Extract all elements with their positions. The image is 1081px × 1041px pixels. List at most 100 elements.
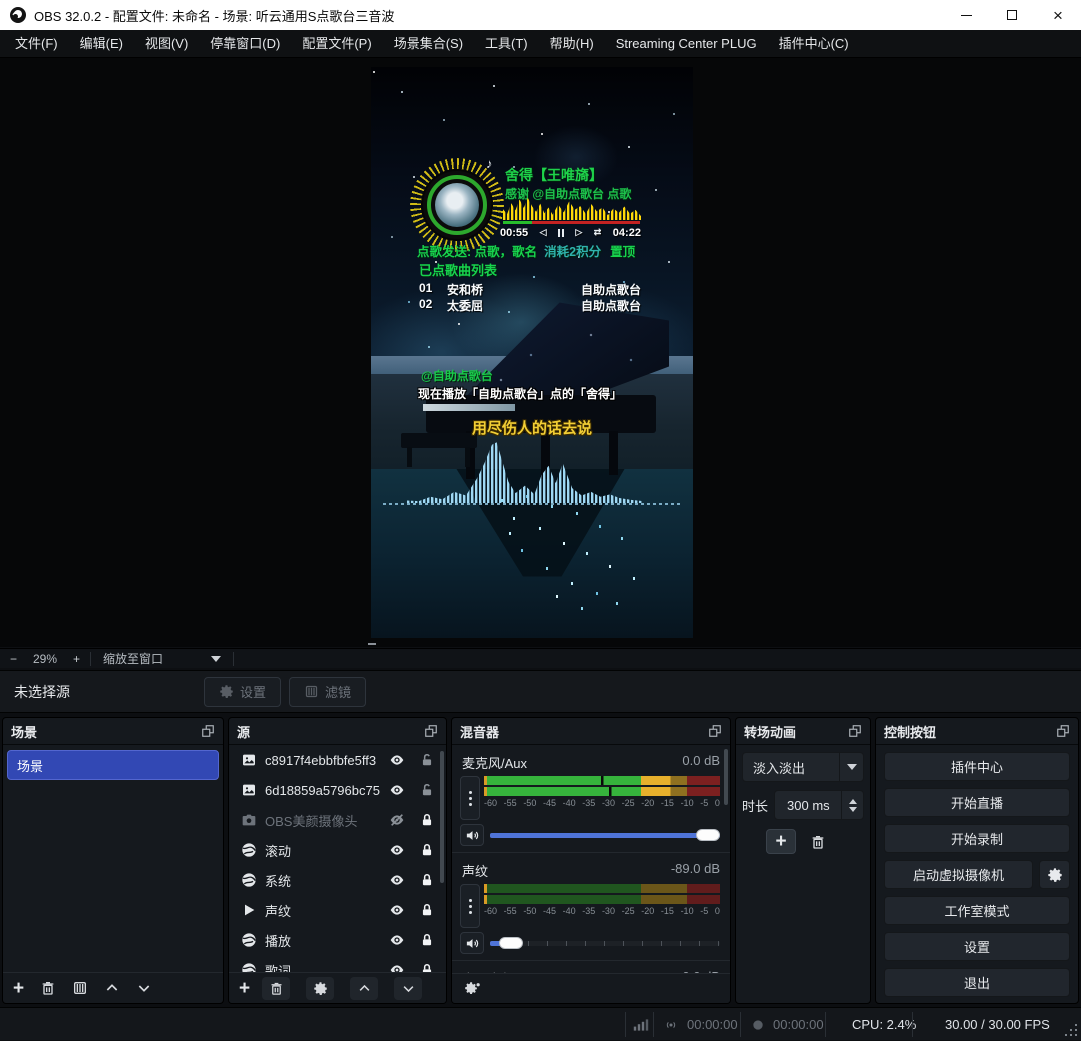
menu-item-edit[interactable]: 编辑(E) (69, 30, 134, 58)
remove-source-button[interactable] (262, 977, 290, 1000)
cpu-usage: CPU: 2.4% (852, 1008, 916, 1041)
zoom-fit-dropdown[interactable]: 缩放至窗口 (91, 650, 233, 667)
popout-icon[interactable] (848, 724, 862, 738)
channel-options-button[interactable] (460, 776, 480, 820)
settings-button[interactable]: 设置 (884, 932, 1070, 961)
preview-hscroll-thumb[interactable] (368, 643, 376, 645)
sources-title: 源 (237, 722, 250, 741)
slider-handle[interactable] (696, 829, 720, 841)
menu-item-plugin-center[interactable]: 插件中心(C) (768, 30, 860, 58)
mixer-body: 麦克风/Aux 0.0 dB -60-55-50-45-40-35-30-25-… (452, 745, 730, 1003)
volume-slider[interactable] (490, 936, 720, 950)
menu-item-tools[interactable]: 工具(T) (474, 30, 539, 58)
minimize-icon (961, 15, 972, 16)
add-source-button[interactable]: + (239, 979, 250, 998)
start-streaming-button[interactable]: 开始直播 (884, 788, 1070, 817)
add-transition-button[interactable]: + (766, 829, 796, 854)
preview-canvas[interactable]: ♪ 舍得【王唯旖】 感谢 @自助点歌台 点歌 00:55 ◁ ▷ ⇄ 04:22… (0, 58, 1081, 647)
move-source-down-button[interactable] (394, 977, 422, 1000)
source-label: 声纹 (265, 901, 380, 920)
eye-icon[interactable] (388, 932, 406, 948)
divider (825, 1012, 826, 1037)
move-source-up-button[interactable] (350, 977, 378, 1000)
source-row[interactable]: 滚动 (229, 835, 446, 865)
plugin-center-button[interactable]: 插件中心 (884, 752, 1070, 781)
lock-closed-icon[interactable] (420, 812, 434, 828)
lock-closed-icon[interactable] (420, 842, 434, 858)
obs-logo-icon (10, 7, 26, 23)
virtual-camera-settings-button[interactable] (1039, 860, 1070, 889)
menu-item-view[interactable]: 视图(V) (134, 30, 199, 58)
mixer-scrollbar[interactable] (724, 749, 728, 805)
menu-item-help[interactable]: 帮助(H) (539, 30, 605, 58)
source-row[interactable]: c8917f4ebbfbfe5ff3 (229, 745, 446, 775)
scene-filters-button[interactable] (72, 980, 88, 996)
menu-item-profile[interactable]: 配置文件(P) (291, 30, 382, 58)
start-recording-button[interactable]: 开始录制 (884, 824, 1070, 853)
record-dot-icon (751, 1018, 765, 1032)
remove-transition-button[interactable] (810, 834, 826, 850)
chevron-down-icon (847, 764, 857, 770)
popout-icon[interactable] (424, 724, 438, 738)
move-scene-down-button[interactable] (136, 980, 152, 996)
mute-button[interactable] (460, 824, 484, 846)
menu-item-docks[interactable]: 停靠窗口(D) (199, 30, 291, 58)
remove-scene-button[interactable] (40, 980, 56, 996)
song-name: 安和桥 (447, 281, 483, 298)
zoom-in-button[interactable]: + (63, 652, 90, 666)
resize-grip[interactable] (1075, 1034, 1077, 1036)
source-row[interactable]: 6d18859a5796bc75 (229, 775, 446, 805)
menu-item-streaming-center[interactable]: Streaming Center PLUG (605, 30, 768, 58)
eye-slash-icon[interactable] (388, 812, 406, 828)
source-row[interactable]: 声纹 (229, 895, 446, 925)
lock-open-icon[interactable] (420, 782, 434, 798)
close-button[interactable]: × (1035, 0, 1081, 30)
popout-icon[interactable] (201, 724, 215, 738)
eye-icon[interactable] (388, 872, 406, 888)
eye-icon[interactable] (388, 782, 406, 798)
player-bar: 00:55 ◁ ▷ ⇄ 04:22 (500, 225, 641, 240)
vu-meter-right (484, 787, 720, 796)
lock-closed-icon[interactable] (420, 872, 434, 888)
slider-handle[interactable] (499, 937, 523, 949)
lock-closed-icon[interactable] (420, 932, 434, 948)
tick-label: -50 (523, 798, 536, 808)
maximize-button[interactable] (989, 0, 1035, 30)
source-row[interactable]: 系统 (229, 865, 446, 895)
channel-options-button[interactable] (460, 884, 480, 928)
mute-button[interactable] (460, 932, 484, 954)
source-properties-button[interactable]: 设置 (204, 677, 281, 707)
scene-list-item-selected[interactable]: 场景 (7, 750, 219, 780)
studio-mode-button[interactable]: 工作室模式 (884, 896, 1070, 925)
audio-gear-icon (464, 981, 481, 996)
move-scene-up-button[interactable] (104, 980, 120, 996)
sources-scrollbar[interactable] (440, 751, 444, 883)
zoom-out-button[interactable]: − (0, 652, 27, 666)
lock-open-icon[interactable] (420, 752, 434, 768)
exit-button[interactable]: 退出 (884, 968, 1070, 997)
add-scene-button[interactable]: + (13, 979, 24, 998)
advanced-audio-button[interactable] (464, 981, 481, 996)
eye-icon[interactable] (388, 902, 406, 918)
source-properties-button[interactable] (306, 977, 334, 1000)
eye-icon[interactable] (388, 842, 406, 858)
menu-item-file[interactable]: 文件(F) (4, 30, 69, 58)
source-row[interactable]: OBS美颜摄像头 (229, 805, 446, 835)
source-filters-button[interactable]: 滤镜 (289, 677, 366, 707)
filter-icon (304, 684, 319, 699)
popout-icon[interactable] (708, 724, 722, 738)
duration-label: 时长 (742, 796, 768, 815)
menu-item-scene-collection[interactable]: 场景集合(S) (383, 30, 474, 58)
spinner-arrows[interactable] (841, 791, 863, 819)
eye-icon[interactable] (388, 752, 406, 768)
video-frame[interactable]: ♪ 舍得【王唯旖】 感谢 @自助点歌台 点歌 00:55 ◁ ▷ ⇄ 04:22… (371, 67, 693, 638)
volume-slider[interactable] (490, 828, 720, 842)
start-virtual-camera-button[interactable]: 启动虚拟摄像机 (884, 860, 1033, 889)
duration-spinner[interactable]: 300 ms (774, 790, 864, 820)
lock-closed-icon[interactable] (420, 902, 434, 918)
browser-icon (241, 932, 257, 948)
transition-select[interactable]: 淡入淡出 (742, 752, 864, 782)
minimize-button[interactable] (943, 0, 989, 30)
source-row[interactable]: 播放 (229, 925, 446, 955)
popout-icon[interactable] (1056, 724, 1070, 738)
